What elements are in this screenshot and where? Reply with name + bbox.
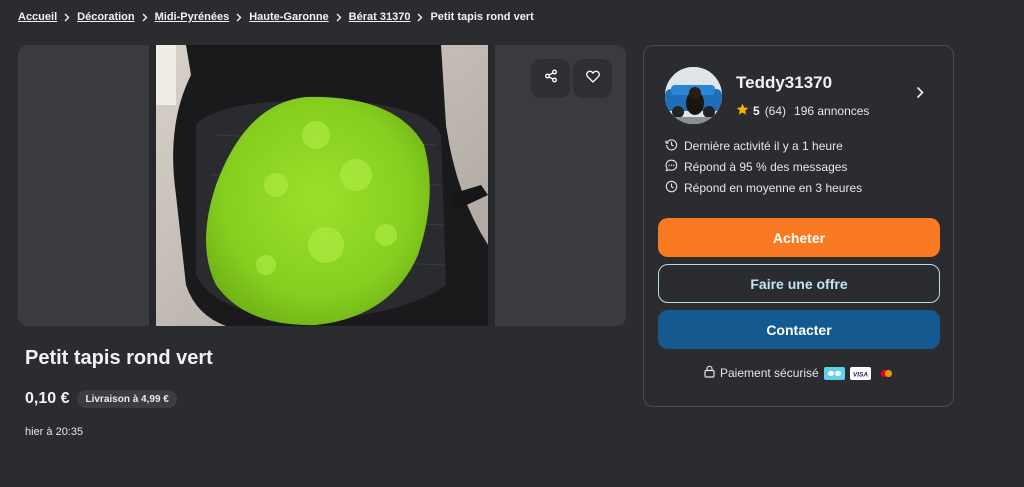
- avatar[interactable]: [665, 67, 722, 124]
- chat-icon: [665, 159, 684, 175]
- listing-title: Petit tapis rond vert: [25, 347, 213, 369]
- star-icon: [736, 103, 749, 119]
- buy-button[interactable]: Acheter: [658, 218, 940, 257]
- visa-icon: VISA: [849, 366, 871, 380]
- clock-icon: [665, 180, 684, 196]
- breadcrumb-current: Petit tapis rond vert: [430, 11, 534, 23]
- seller-panel: Teddy31370 5 (64) 196 annonces Dernière …: [643, 45, 954, 407]
- breadcrumb-home[interactable]: Accueil: [18, 11, 57, 23]
- response-rate-text: Répond à 95 % des messages: [684, 160, 848, 174]
- listing-price: 0,10 €: [25, 390, 70, 407]
- clock-history-icon: [665, 138, 684, 154]
- last-activity-text: Dernière activité il y a 1 heure: [684, 139, 843, 153]
- photo-gallery: [18, 45, 626, 326]
- breadcrumb-decoration[interactable]: Décoration: [77, 11, 134, 23]
- gallery-shadow-right: [488, 45, 495, 326]
- chevron-right-icon[interactable]: [916, 86, 924, 104]
- rating-count: (64): [764, 104, 787, 118]
- lock-icon: [704, 365, 715, 381]
- chevron-right-icon: [142, 13, 148, 22]
- svg-text:VISA: VISA: [853, 371, 868, 378]
- card-brand-icon: [823, 366, 845, 380]
- share-icon: [544, 69, 558, 88]
- shipping-badge: Livraison à 4,99 €: [77, 390, 177, 408]
- chevron-right-icon: [236, 13, 242, 22]
- breadcrumb-department[interactable]: Haute-Garonne: [249, 11, 328, 23]
- favorite-button[interactable]: [573, 59, 612, 98]
- secure-payment-label: Paiement sécurisé: [720, 366, 819, 380]
- chevron-right-icon: [336, 13, 342, 22]
- seller-rating: 5 (64) 196 annonces: [736, 103, 869, 119]
- breadcrumb-region[interactable]: Midi-Pyrénées: [155, 11, 230, 23]
- response-time-text: Répond en moyenne en 3 heures: [684, 181, 863, 195]
- rating-score: 5: [753, 104, 760, 118]
- heart-icon: [585, 70, 600, 88]
- breadcrumb-city[interactable]: Bérat 31370: [349, 11, 411, 23]
- seller-name[interactable]: Teddy31370: [736, 73, 832, 93]
- listing-photo[interactable]: [156, 45, 488, 326]
- mastercard-icon: [875, 366, 897, 380]
- response-rate: Répond à 95 % des messages: [665, 159, 847, 175]
- contact-button[interactable]: Contacter: [658, 310, 940, 349]
- chevron-right-icon: [417, 13, 423, 22]
- price-row: 0,10 € Livraison à 4,99 €: [25, 389, 177, 409]
- posted-date: hier à 20:35: [25, 426, 84, 438]
- last-activity: Dernière activité il y a 1 heure: [665, 138, 843, 154]
- response-time: Répond en moyenne en 3 heures: [665, 180, 862, 196]
- secure-payment: Paiement sécurisé VISA: [704, 365, 897, 381]
- gallery-shadow-left: [149, 45, 156, 326]
- chevron-right-icon: [64, 13, 70, 22]
- breadcrumb: Accueil Décoration Midi-Pyrénées Haute-G…: [18, 10, 534, 24]
- make-offer-button[interactable]: Faire une offre: [658, 264, 940, 303]
- share-button[interactable]: [531, 59, 570, 98]
- listings-count: 196 annonces: [794, 104, 870, 118]
